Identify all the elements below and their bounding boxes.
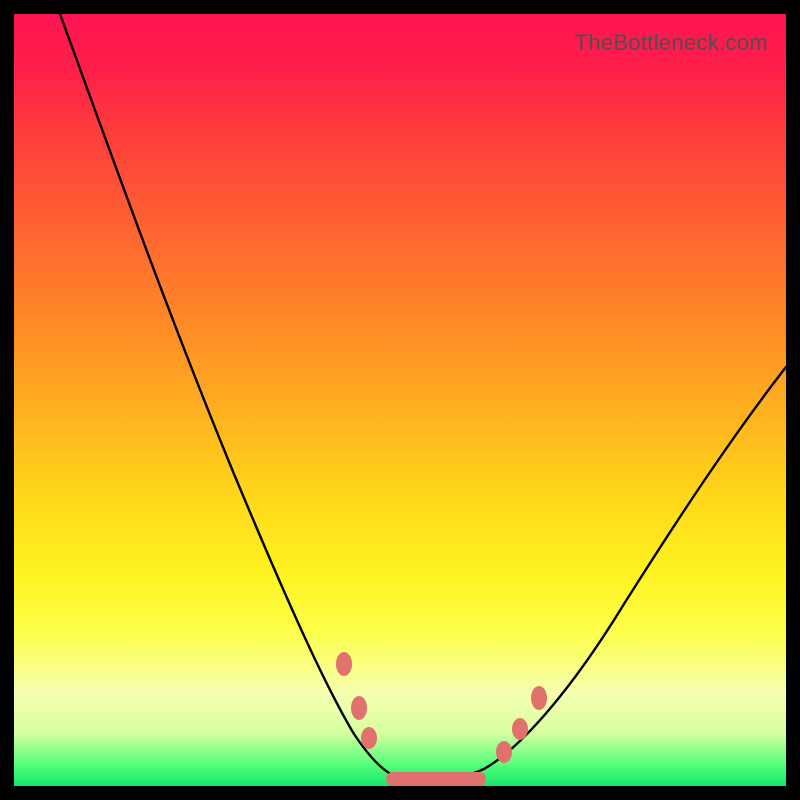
flat-segment-marker bbox=[386, 772, 486, 786]
data-marker bbox=[512, 718, 528, 740]
data-marker bbox=[496, 741, 512, 763]
curve-svg bbox=[14, 14, 786, 786]
data-marker bbox=[361, 727, 377, 749]
plot-area: TheBottleneck.com bbox=[14, 14, 786, 786]
data-marker bbox=[531, 686, 547, 710]
watermark-text: TheBottleneck.com bbox=[575, 30, 768, 56]
data-marker bbox=[336, 652, 352, 676]
data-marker bbox=[351, 696, 367, 720]
bottleneck-curve-path bbox=[60, 14, 786, 781]
chart-frame: TheBottleneck.com bbox=[0, 0, 800, 800]
